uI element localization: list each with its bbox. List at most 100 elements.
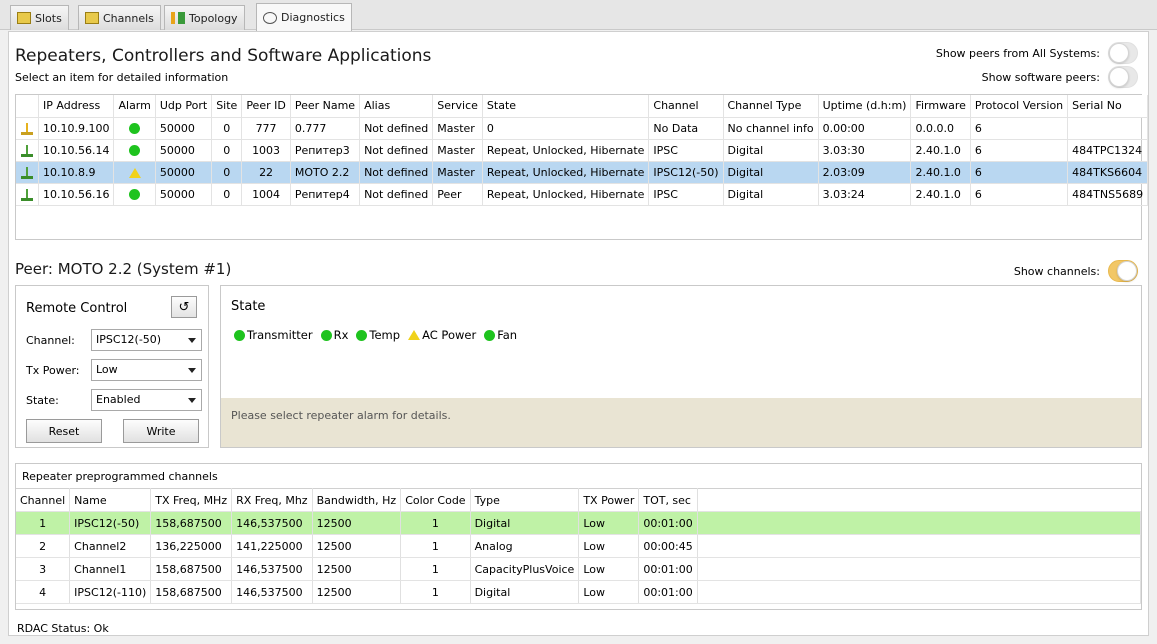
- peer-name-cell: MOTO 2.2: [290, 161, 361, 184]
- col-channel-type[interactable]: Channel Type: [723, 95, 819, 118]
- state-select[interactable]: Enabled: [91, 389, 202, 411]
- state-title: State: [231, 299, 266, 314]
- software-peers-toggle-row: Show software peers:: [982, 66, 1138, 88]
- service-cell: Master: [432, 161, 483, 184]
- tx-power-cell: Low: [578, 534, 640, 558]
- peer-name-cell: Репитер4: [290, 183, 361, 206]
- state-cell: Repeat, Unlocked, Hibernate: [482, 139, 650, 162]
- col-service[interactable]: Service: [432, 95, 483, 118]
- col-firmware[interactable]: Firmware: [910, 95, 971, 118]
- channel-type-cell: No channel info: [723, 117, 819, 140]
- alarm-item-temp[interactable]: Temp: [356, 328, 400, 342]
- col-channel[interactable]: Channel: [648, 95, 724, 118]
- table-row[interactable]: 10.10.56.16 50000 0 1004 Репитер4 Not de…: [16, 183, 1149, 206]
- page-subtitle: Select an item for detailed information: [15, 71, 229, 84]
- col-udp-port[interactable]: Udp Port: [155, 95, 213, 118]
- col-tx-power[interactable]: TX Power: [578, 488, 640, 512]
- uptime-cell: 3.03:24: [818, 183, 912, 206]
- col-tot[interactable]: TOT, sec: [638, 488, 698, 512]
- alarm-item-transmitter[interactable]: Transmitter: [234, 328, 313, 342]
- software-peers-toggle[interactable]: [1108, 66, 1138, 88]
- state-panel: State Transmitter Rx Temp AC Power Fan P…: [220, 285, 1142, 448]
- color-code-cell: 1: [400, 534, 471, 558]
- col-serial-no[interactable]: Serial No: [1067, 95, 1149, 118]
- color-code-cell: 1: [400, 580, 471, 604]
- table-row[interactable]: 3 Channel1 158,687500 146,537500 12500 1…: [16, 557, 1142, 581]
- show-channels-toggle-row: Show channels:: [1014, 260, 1138, 282]
- service-cell: Master: [432, 117, 483, 140]
- col-peer-id[interactable]: Peer ID: [241, 95, 291, 118]
- tx-power-cell: Low: [578, 580, 640, 604]
- col-uptime[interactable]: Uptime (d.h:m): [818, 95, 912, 118]
- tab-label: Topology: [189, 11, 238, 25]
- tot-cell: 00:00:45: [638, 534, 698, 558]
- tab-diagnostics[interactable]: Diagnostics: [256, 3, 352, 31]
- col-site[interactable]: Site: [211, 95, 243, 118]
- alarm-item-ac-power[interactable]: AC Power: [408, 328, 476, 342]
- ip-cell: 10.10.56.14: [38, 139, 115, 162]
- col-alias[interactable]: Alias: [359, 95, 434, 118]
- col-rx-freq[interactable]: RX Freq, Mhz: [231, 488, 313, 512]
- show-channels-label: Show channels:: [1013, 264, 1100, 278]
- col-peer-name[interactable]: Peer Name: [290, 95, 361, 118]
- protocol-cell: 6: [970, 161, 1069, 184]
- channel-name-cell: Channel2: [69, 534, 152, 558]
- alarm-ok-icon: [356, 329, 368, 341]
- table-row[interactable]: 4 IPSC12(-110) 158,687500 146,537500 125…: [16, 580, 1142, 604]
- serial-cell: 484TPC1324: [1067, 139, 1149, 162]
- protocol-cell: 6: [970, 117, 1069, 140]
- col-color-code[interactable]: Color Code: [400, 488, 471, 512]
- color-code-cell: 1: [400, 511, 471, 535]
- type-cell: Digital: [470, 580, 580, 604]
- table-row-selected[interactable]: 10.10.8.9 50000 0 22 MOTO 2.2 Not define…: [16, 161, 1149, 184]
- reset-button[interactable]: Reset: [26, 419, 102, 443]
- toggle-knob: [1117, 261, 1137, 281]
- table-row[interactable]: 10.10.56.14 50000 0 1003 Репитер3 Not de…: [16, 139, 1149, 162]
- alarm-item-rx[interactable]: Rx: [320, 328, 348, 342]
- serial-cell: [1067, 117, 1149, 140]
- service-cell: Master: [432, 139, 483, 162]
- peer-warning-icon: [20, 122, 34, 135]
- tx-freq-cell: 158,687500: [150, 580, 233, 604]
- col-state[interactable]: State: [482, 95, 650, 118]
- tab-channels[interactable]: Channels: [78, 5, 161, 30]
- filler-column: [697, 488, 1141, 512]
- all-systems-toggle[interactable]: [1108, 42, 1138, 64]
- table-row[interactable]: 10.10.9.100 50000 0 777 0.777 Not define…: [16, 117, 1149, 140]
- col-protocol-version[interactable]: Protocol Version: [970, 95, 1069, 118]
- col-name[interactable]: Name: [69, 488, 152, 512]
- alarm-ok-icon: [129, 189, 141, 200]
- peer-name-cell: Репитер3: [290, 139, 361, 162]
- tab-topology[interactable]: Topology: [164, 5, 245, 30]
- bandwidth-cell: 12500: [312, 534, 402, 558]
- col-type[interactable]: Type: [470, 488, 580, 512]
- site-cell: 0: [211, 183, 243, 206]
- tx-freq-cell: 158,687500: [150, 511, 233, 535]
- col-tx-freq[interactable]: TX Freq, MHz: [150, 488, 233, 512]
- peer-id-cell: 1003: [241, 139, 291, 162]
- alarm-item-fan[interactable]: Fan: [484, 328, 517, 342]
- peer-row-icon-cell: [16, 161, 39, 184]
- write-button[interactable]: Write: [123, 419, 199, 443]
- serial-cell: 484TKS6604: [1067, 161, 1149, 184]
- col-alarm[interactable]: Alarm: [113, 95, 156, 118]
- show-channels-toggle[interactable]: [1108, 260, 1138, 282]
- alarm-cell: [113, 117, 156, 140]
- protocol-cell: 6: [970, 183, 1069, 206]
- rx-freq-cell: 141,225000: [231, 534, 313, 558]
- tx-power-select[interactable]: Low: [91, 359, 202, 381]
- col-ip-address[interactable]: IP Address: [38, 95, 115, 118]
- tab-label: Slots: [35, 11, 62, 25]
- tab-slots[interactable]: Slots: [10, 5, 69, 30]
- alarm-ok-icon: [234, 329, 245, 341]
- col-channel[interactable]: Channel: [16, 488, 71, 512]
- alarm-label: Temp: [369, 328, 401, 342]
- table-row-active-channel[interactable]: 1 IPSC12(-50) 158,687500 146,537500 1250…: [16, 511, 1142, 535]
- remote-control-panel: Remote Control ↺ Channel: IPSC12(-50) Tx…: [15, 285, 209, 448]
- tx-power-cell: Low: [578, 557, 640, 581]
- tab-strip: Slots Channels Topology Diagnostics: [0, 0, 1157, 31]
- refresh-button[interactable]: ↺: [171, 296, 197, 318]
- table-row[interactable]: 2 Channel2 136,225000 141,225000 12500 1…: [16, 534, 1142, 558]
- col-bandwidth[interactable]: Bandwidth, Hz: [312, 488, 402, 512]
- channel-select[interactable]: IPSC12(-50): [91, 329, 202, 351]
